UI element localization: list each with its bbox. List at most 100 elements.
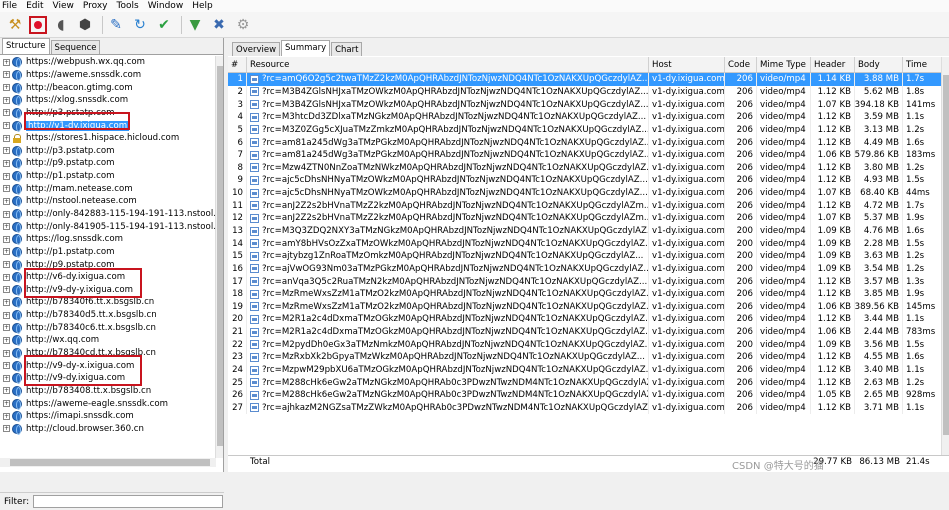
broom-icon[interactable]: ⚒ xyxy=(5,15,25,35)
expand-icon[interactable]: + xyxy=(3,324,10,332)
tree-item[interactable]: + http://v9-dy-y.ixigua.com xyxy=(0,284,216,297)
stop-icon[interactable]: ⬢ xyxy=(75,15,95,35)
table-row[interactable]: 17 ?rc=anVqa3Q5c2RuaTMzN2kzM0ApQHRAbzdJNT… xyxy=(228,275,949,288)
table-row[interactable]: 5 ?rc=M3Z0ZGg5cXJuaTMzZmkzM0ApQHRAbzdJNTo… xyxy=(228,123,949,137)
expand-icon[interactable]: + xyxy=(3,387,10,395)
menu-item[interactable]: Help xyxy=(192,1,213,11)
expand-icon[interactable]: + xyxy=(3,400,10,408)
tree-item[interactable]: + https://aweme-eagle.snssdk.com xyxy=(0,397,216,410)
expand-icon[interactable]: + xyxy=(3,185,10,193)
record-button[interactable] xyxy=(29,15,47,34)
tree-item[interactable]: + http://p3.pstatp.com xyxy=(0,107,216,120)
tree-item[interactable]: + http://cloud.browser.360.cn xyxy=(0,423,216,436)
table-vertical-scrollbar[interactable] xyxy=(941,57,949,455)
expand-icon[interactable]: + xyxy=(3,311,10,319)
column-header[interactable]: Mime Type xyxy=(757,57,811,72)
tree-item[interactable]: + http://b78340f6.tt.x.bsgslb.cn xyxy=(0,296,216,309)
expand-icon[interactable]: + xyxy=(3,223,10,231)
tools-icon[interactable]: ✖ xyxy=(209,15,229,35)
table-row[interactable]: 15 ?rc=ajtybzg1ZnRoaTMzOmkzM0ApQHRAbzdJNT… xyxy=(228,249,949,263)
tree-item[interactable]: + http://v9-dy-x.ixigua.com xyxy=(0,359,216,372)
tab-overview[interactable]: Overview xyxy=(232,42,281,56)
filter-input[interactable] xyxy=(33,495,224,508)
table-row[interactable]: 25 ?rc=M288cHk6eGw2aTMzNGkzM0ApQHRAb0c3PD… xyxy=(228,376,949,390)
tree-item[interactable]: + http://p1.pstatp.com xyxy=(0,170,216,183)
column-header[interactable]: Body xyxy=(855,57,903,72)
expand-icon[interactable]: + xyxy=(3,96,10,104)
table-row[interactable]: 14 ?rc=amY8bHVsOzZxaTMzOWkzM0ApQHRAbzdJNT… xyxy=(228,237,949,250)
expand-icon[interactable]: + xyxy=(3,261,10,269)
table-row[interactable]: 8 ?rc=Mzw4ZTN0NnZoaTMzNWkzM0ApQHRAbzdJNTo… xyxy=(228,161,949,175)
expand-icon[interactable]: + xyxy=(3,235,10,243)
table-row[interactable]: 23 ?rc=MzRxbXk2bGpyaTMzWkzM0ApQHRAbzdJNTo… xyxy=(228,351,949,364)
table-row[interactable]: 22 ?rc=M2pydDh0eGx3aTMzNmkzM0ApQHRAbzdJNT… xyxy=(228,338,949,352)
expand-icon[interactable]: + xyxy=(3,58,10,66)
tab-summary[interactable]: Summary xyxy=(281,40,331,56)
table-row[interactable]: 6 ?rc=am81a245dWg3aTMzPGkzM0ApQHRAbzdJNTo… xyxy=(228,136,949,149)
tree-item[interactable]: + http://b78340d5.tt.x.bsgslb.cn xyxy=(0,309,216,322)
tree-item[interactable]: + http://beacon.gtimg.com xyxy=(0,81,216,94)
expand-icon[interactable]: + xyxy=(3,425,10,433)
basket-icon[interactable]: ▼ xyxy=(185,15,205,35)
tree-item[interactable]: + http://mam.netease.com xyxy=(0,182,216,195)
table-row[interactable]: 18 ?rc=MzRmeWxsZzM1aTMzO2kzM0ApQHRAbzdJNT… xyxy=(228,287,949,301)
tree-item[interactable]: + http://p3.pstatp.com xyxy=(0,144,216,157)
table-row[interactable]: 20 ?rc=M2R1a2c4dDxmaTMzOGkzM0ApQHRAbzdJNT… xyxy=(228,313,949,326)
table-row[interactable]: 24 ?rc=MzpwM29pbXU6aTMzOGkzM0ApQHRAbzdJNT… xyxy=(228,363,949,377)
tree-item[interactable]: + http://b78340cd.tt.x.bsgslb.cn xyxy=(0,347,216,360)
expand-icon[interactable]: + xyxy=(3,374,10,382)
expand-icon[interactable]: + xyxy=(3,109,10,117)
table-row[interactable]: 27 ?rc=ajhkazM2NGZsaTMzZWkzM0ApQHRAb0c3PD… xyxy=(228,401,949,415)
expand-icon[interactable]: + xyxy=(3,248,10,256)
tab-chart[interactable]: Chart xyxy=(331,42,363,56)
tree-item[interactable]: + https://xlog.snssdk.com xyxy=(0,94,216,107)
expand-icon[interactable]: + xyxy=(3,412,10,420)
expand-icon[interactable]: + xyxy=(3,172,10,180)
column-header[interactable]: Header xyxy=(811,57,855,72)
tree-item[interactable]: + http://b78340c6.tt.x.bsgslb.cn xyxy=(0,321,216,334)
tree-horizontal-scrollbar[interactable] xyxy=(0,458,216,467)
tree-item[interactable]: + http://wx.qq.com xyxy=(0,334,216,347)
table-row[interactable]: 12 ?rc=anJ2Z2s2bHVnaTMzZ2kzM0ApQHRAbzdJNT… xyxy=(228,212,949,225)
table-row[interactable]: 26 ?rc=M288cHk6eGw2aTMzNGkzM0ApQHRAb0c3PD… xyxy=(228,389,949,402)
menu-item[interactable]: Tools xyxy=(117,1,139,11)
expand-icon[interactable]: + xyxy=(3,298,10,306)
expand-icon[interactable]: + xyxy=(3,362,10,370)
turtle-icon[interactable]: ◖ xyxy=(51,15,71,35)
table-row[interactable]: 21 ?rc=M2R1a2c4dDxmaTMzOGkzM0ApQHRAbzdJNT… xyxy=(228,325,949,339)
menu-item[interactable]: View xyxy=(53,1,74,11)
expand-icon[interactable]: + xyxy=(3,122,10,130)
tree-item[interactable]: + https://webpush.wx.qq.com xyxy=(0,56,216,69)
table-row[interactable]: 19 ?rc=MzRmeWxsZzM1aTMzO2kzM0ApQHRAbzdJNT… xyxy=(228,300,949,314)
expand-icon[interactable]: + xyxy=(3,273,10,281)
tree-item[interactable]: + http://p9.pstatp.com xyxy=(0,157,216,170)
table-row[interactable]: 4 ?rc=M3htcDd3ZDlxaTMzNGkzM0ApQHRAbzdJNTo… xyxy=(228,110,949,124)
column-header[interactable]: # xyxy=(228,57,247,72)
expand-icon[interactable]: + xyxy=(3,159,10,167)
menu-item[interactable]: File xyxy=(2,1,17,11)
column-header[interactable]: Time xyxy=(903,57,943,72)
tree-item[interactable]: + http://p1.pstatp.com xyxy=(0,246,216,259)
table-row[interactable]: 16 ?rc=ajVwOG93Nm03aTMzPGkzM0ApQHRAbzdJNT… xyxy=(228,262,949,276)
table-row[interactable]: 9 ?rc=ajc5cDhsNHNyaTMzOWkzM0ApQHRAbzdJNTo… xyxy=(228,174,949,187)
expand-icon[interactable]: + xyxy=(3,286,10,294)
tree-item[interactable]: + http://b783408.tt.x.bsgslb.cn xyxy=(0,385,216,398)
table-row[interactable]: 11 ?rc=anJ2Z2s2bHVnaTMzZ2kzM0ApQHRAbzdJNT… xyxy=(228,199,949,213)
tree-item[interactable]: + http://p9.pstatp.com xyxy=(0,258,216,271)
expand-icon[interactable]: + xyxy=(3,349,10,357)
expand-icon[interactable]: + xyxy=(3,210,10,218)
expand-icon[interactable]: + xyxy=(3,134,10,142)
table-row[interactable]: 1 ?rc=amQ6O2g5c2twaTMzZ2kzM0ApQHRAbzdJNTo… xyxy=(228,73,949,86)
table-row[interactable]: 13 ?rc=M3Q3ZDQ2NXY3aTMzNGkzM0ApQHRAbzdJNT… xyxy=(228,224,949,238)
tree-item[interactable]: + https://aweme.snssdk.com xyxy=(0,69,216,82)
column-header[interactable]: Code xyxy=(725,57,757,72)
tree-item[interactable]: + http://v9-dy.ixigua.com xyxy=(0,372,216,385)
expand-icon[interactable]: + xyxy=(3,147,10,155)
refresh-icon[interactable]: ↻ xyxy=(130,15,150,35)
tree-item[interactable]: + https://imapi.snssdk.com xyxy=(0,410,216,423)
tree-vertical-scrollbar[interactable] xyxy=(215,56,223,458)
check-icon[interactable]: ✔ xyxy=(154,15,174,35)
tab-sequence[interactable]: Sequence xyxy=(50,40,101,54)
tree-item[interactable]: + http://nstool.netease.com xyxy=(0,195,216,208)
tree-item[interactable]: + http://v6-dy.ixigua.com xyxy=(0,271,216,284)
